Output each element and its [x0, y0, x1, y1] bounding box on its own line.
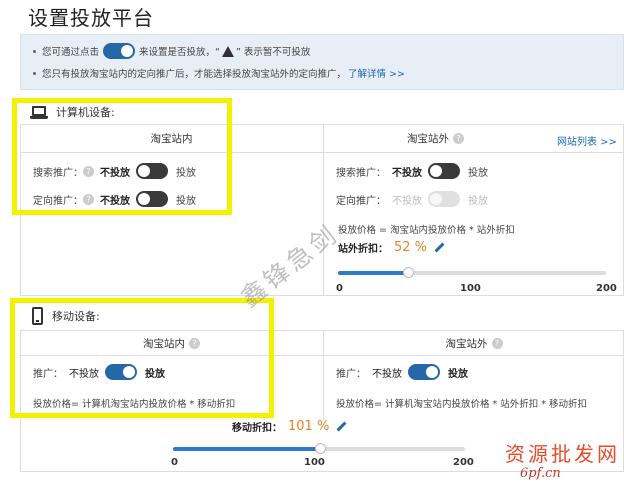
slider-mid-label: 100 — [304, 457, 325, 468]
highlight-box-computer — [12, 98, 232, 215]
slider-fill — [173, 447, 321, 451]
off-label: 不投放 — [372, 368, 402, 380]
on-label: 投放 — [468, 195, 488, 207]
price-formula: 投放价格= 计算机淘宝站内投放价格 * 站外折扣 * 移动折扣 — [336, 399, 588, 410]
column-title: 淘宝站外 — [445, 337, 488, 350]
outside-discount-slider[interactable] — [338, 267, 606, 278]
divider — [323, 124, 324, 296]
mobile-discount: 移动折扣： 101 % — [232, 419, 347, 434]
computer-outside-targeted-row: 定向推广： 不投放 投放 — [336, 191, 488, 207]
row-label: 推广： — [336, 368, 366, 380]
outside-discount: 站外折扣： 52 % — [338, 240, 445, 255]
discount-value: 101 % — [288, 419, 330, 434]
mobile-outside-promo-toggle[interactable] — [408, 364, 440, 380]
bullet — [33, 49, 36, 53]
outside-targeted-promo-toggle — [428, 191, 460, 207]
slider-max-label: 200 — [453, 457, 474, 468]
brand-watermark: 资源批发网 — [505, 442, 620, 466]
edit-icon[interactable] — [337, 422, 347, 432]
outside-search-promo-toggle[interactable] — [428, 163, 460, 179]
column-title: 淘宝站外 — [407, 132, 449, 145]
discount-label: 移动折扣： — [232, 423, 282, 434]
toggle-example-icon — [103, 43, 136, 59]
off-label: 不投放 — [392, 167, 422, 179]
highlight-box-mobile — [10, 298, 274, 418]
bullet — [33, 71, 36, 75]
mobile-outside-header: 淘宝站外 ? — [324, 333, 624, 353]
slider-min-label: 0 — [171, 457, 178, 468]
notice-text: ” 表示暂不可投放 — [235, 47, 311, 58]
help-icon[interactable]: ? — [453, 132, 464, 144]
price-formula: 投放价格 = 淘宝站内投放价格 * 站外折扣 — [338, 225, 515, 236]
notice-text: 您可通过点击 — [42, 47, 100, 58]
site-list-link[interactable]: 网站列表 >> — [557, 133, 617, 148]
slider-max-label: 200 — [596, 283, 617, 294]
mobile-discount-slider[interactable] — [173, 443, 465, 454]
edit-icon[interactable] — [435, 243, 445, 253]
on-label: 投放 — [468, 167, 488, 179]
notice-text: 来设置是否投放，“ — [139, 47, 220, 58]
help-icon[interactable]: ? — [491, 337, 503, 349]
slider-mid-label: 100 — [460, 283, 481, 294]
slider-fill — [338, 271, 408, 275]
notice-panel: 您可通过点击 来设置是否投放，“ ” 表示暂不可投放 您只有投放淘宝站内的定向推… — [20, 34, 624, 90]
off-label: 不投放 — [392, 195, 422, 207]
learn-more-link[interactable]: 了解详情 >> — [348, 66, 405, 80]
warning-icon — [221, 45, 234, 57]
slider-thumb[interactable] — [402, 267, 414, 278]
discount-value: 52 % — [394, 240, 428, 255]
brand-url-watermark: 6pf.cn — [520, 466, 561, 481]
on-label: 投放 — [448, 368, 468, 380]
notice-line-2: 您只有投放淘宝站内的定向推广后，才能选择投放淘宝站外的定向推广， 了解详情 >> — [33, 65, 405, 81]
computer-outside-header: 淘宝站外 ? — [324, 128, 554, 148]
notice-text: 您只有投放淘宝站内的定向推广后，才能选择投放淘宝站外的定向推广， — [42, 69, 347, 80]
notice-line-1: 您可通过点击 来设置是否投放，“ ” 表示暂不可投放 — [33, 43, 310, 59]
row-label: 搜索推广： — [336, 167, 386, 179]
computer-outside-search-row: 搜索推广： 不投放 投放 — [336, 163, 488, 179]
slider-min-label: 0 — [336, 283, 343, 294]
mobile-outside-promo-row: 推广： 不投放 投放 — [336, 364, 468, 380]
page-title: 设置投放平台 — [28, 6, 154, 30]
row-label: 定向推广： — [336, 195, 386, 207]
